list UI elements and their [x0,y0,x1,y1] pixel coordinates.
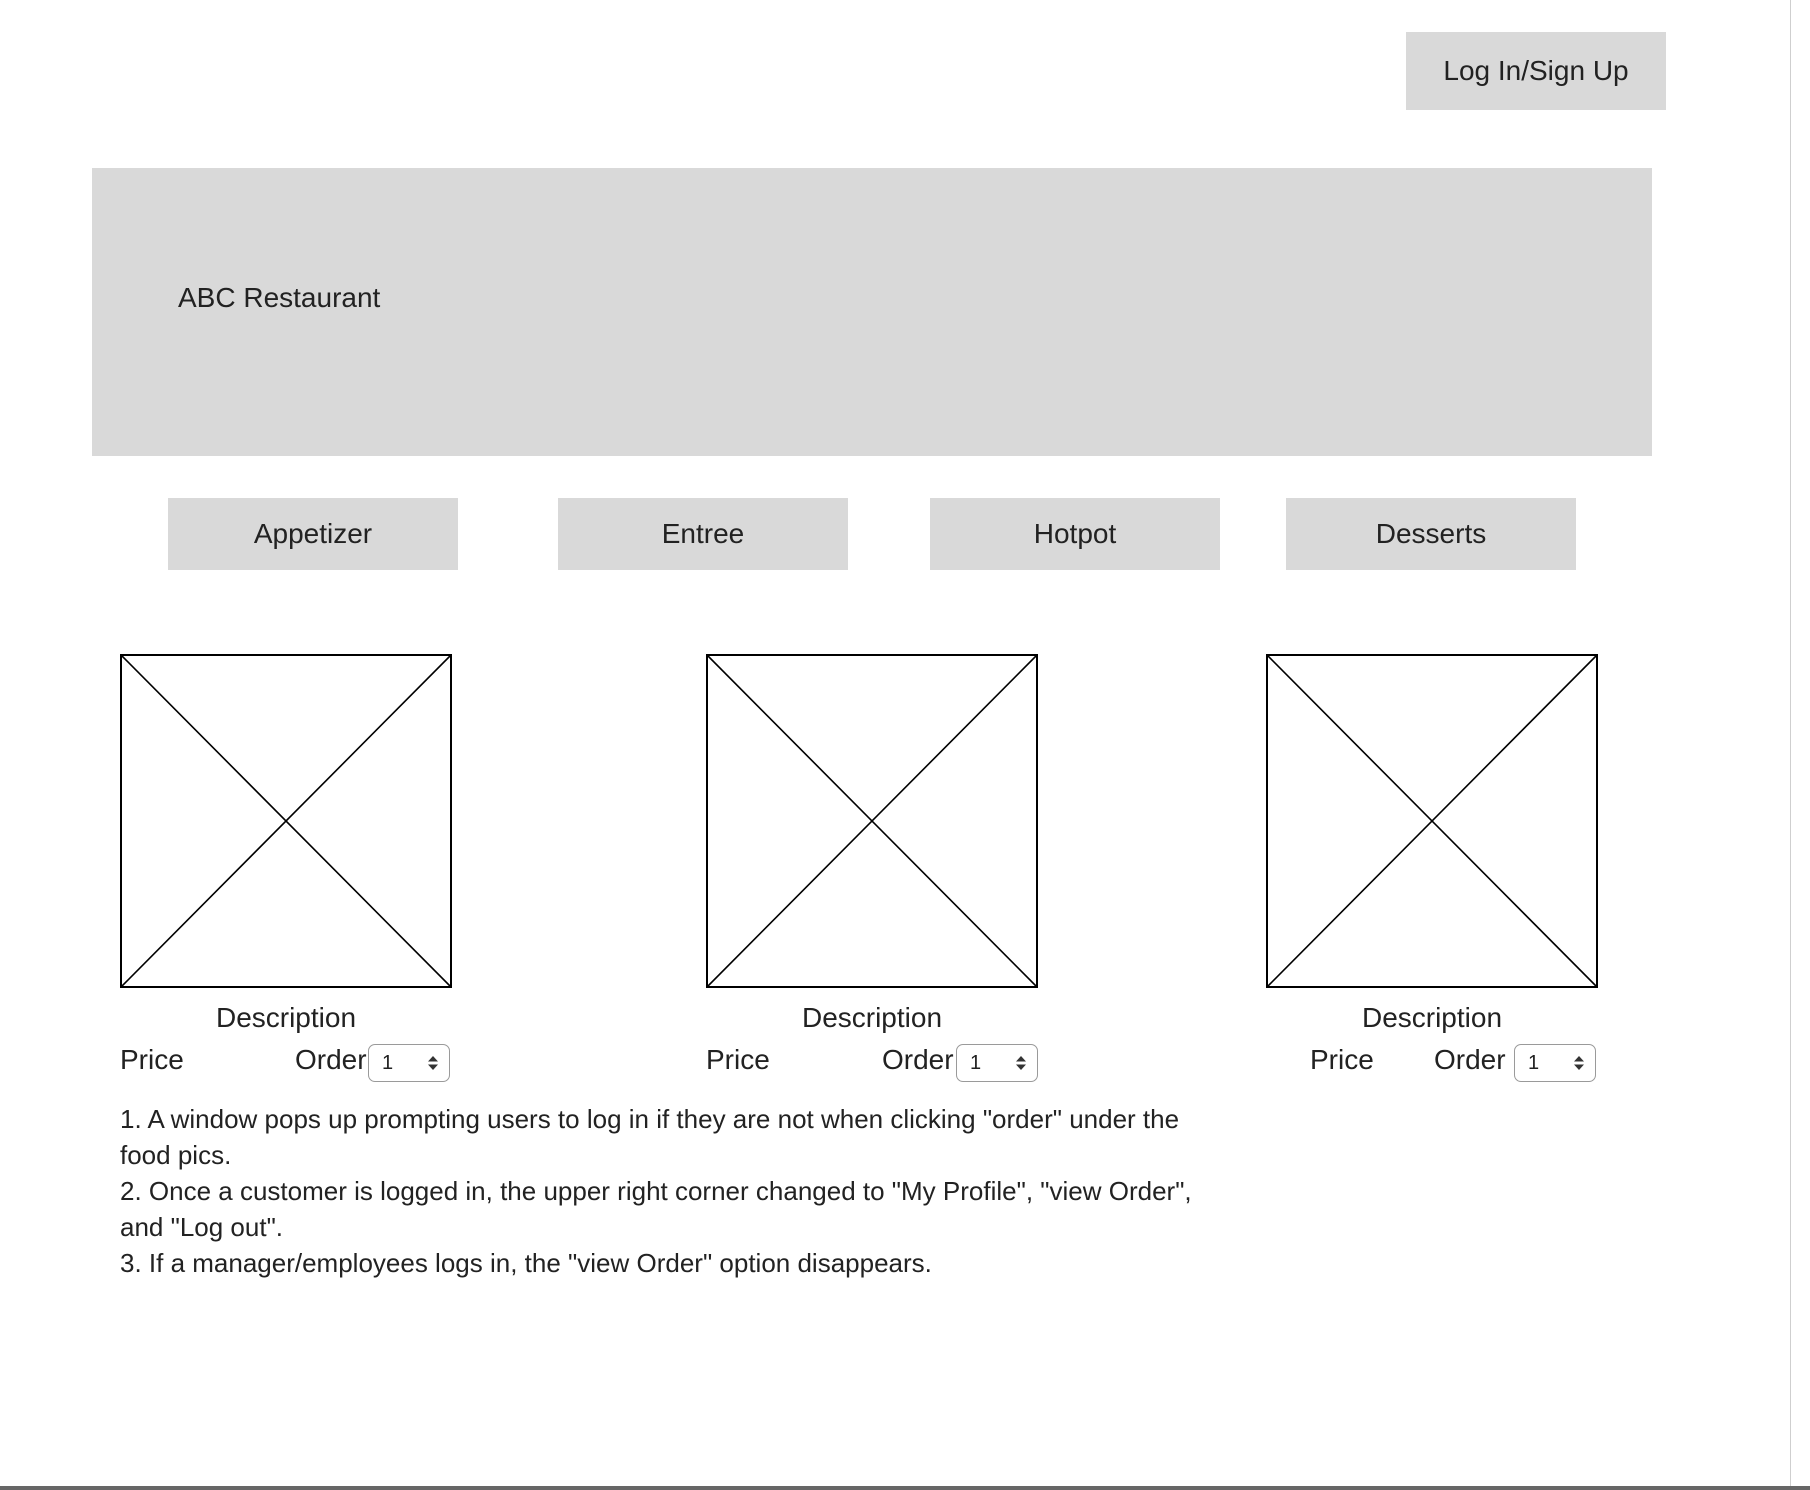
item-order-label: Order [295,1044,367,1075]
quantity-value: 1 [382,1052,394,1074]
updown-arrows-icon [1574,1056,1584,1070]
category-label: Hotpot [1033,518,1117,549]
note-item: 2. Once a customer is logged in, the upp… [120,1176,1192,1242]
login-signup-button[interactable]: Log In/Sign Up [1406,32,1666,110]
image-placeholder-icon [120,654,452,988]
note-item: 3. If a manager/employees logs in, the "… [120,1248,932,1278]
image-placeholder-icon [1266,654,1598,988]
item-price-label: Price [120,1044,184,1075]
login-signup-label: Log In/Sign Up [1443,55,1629,86]
item-description: Description [1361,1002,1503,1033]
item-description: Description [801,1002,943,1033]
wireframe-notes: 1. A window pops up prompting users to l… [120,1101,1230,1281]
quantity-stepper[interactable]: 1 [368,1044,450,1082]
right-scroll-edge [1790,0,1810,1490]
updown-arrows-icon [1016,1056,1026,1070]
quantity-stepper[interactable]: 1 [1514,1044,1596,1082]
item-price-label: Price [706,1044,770,1075]
item-price-label: Price [1310,1044,1374,1075]
item-order-label: Order [1434,1044,1506,1075]
quantity-stepper[interactable]: 1 [956,1044,1038,1082]
note-item: 1. A window pops up prompting users to l… [120,1104,1180,1170]
category-label: Entree [661,518,745,549]
category-tab-desserts[interactable]: Desserts [1286,498,1576,570]
category-label: Appetizer [253,518,373,549]
restaurant-banner: ABC Restaurant [92,168,1652,456]
item-order-label: Order [882,1044,954,1075]
category-tab-hotpot[interactable]: Hotpot [930,498,1220,570]
item-description: Description [215,1002,357,1033]
category-label: Desserts [1375,518,1487,549]
updown-arrows-icon [428,1056,438,1070]
image-placeholder-icon [706,654,1038,988]
category-tab-appetizer[interactable]: Appetizer [168,498,458,570]
quantity-value: 1 [1528,1052,1540,1074]
bottom-window-border [0,1486,1810,1490]
category-tab-entree[interactable]: Entree [558,498,848,570]
quantity-value: 1 [970,1052,982,1074]
restaurant-name: ABC Restaurant [178,282,381,313]
